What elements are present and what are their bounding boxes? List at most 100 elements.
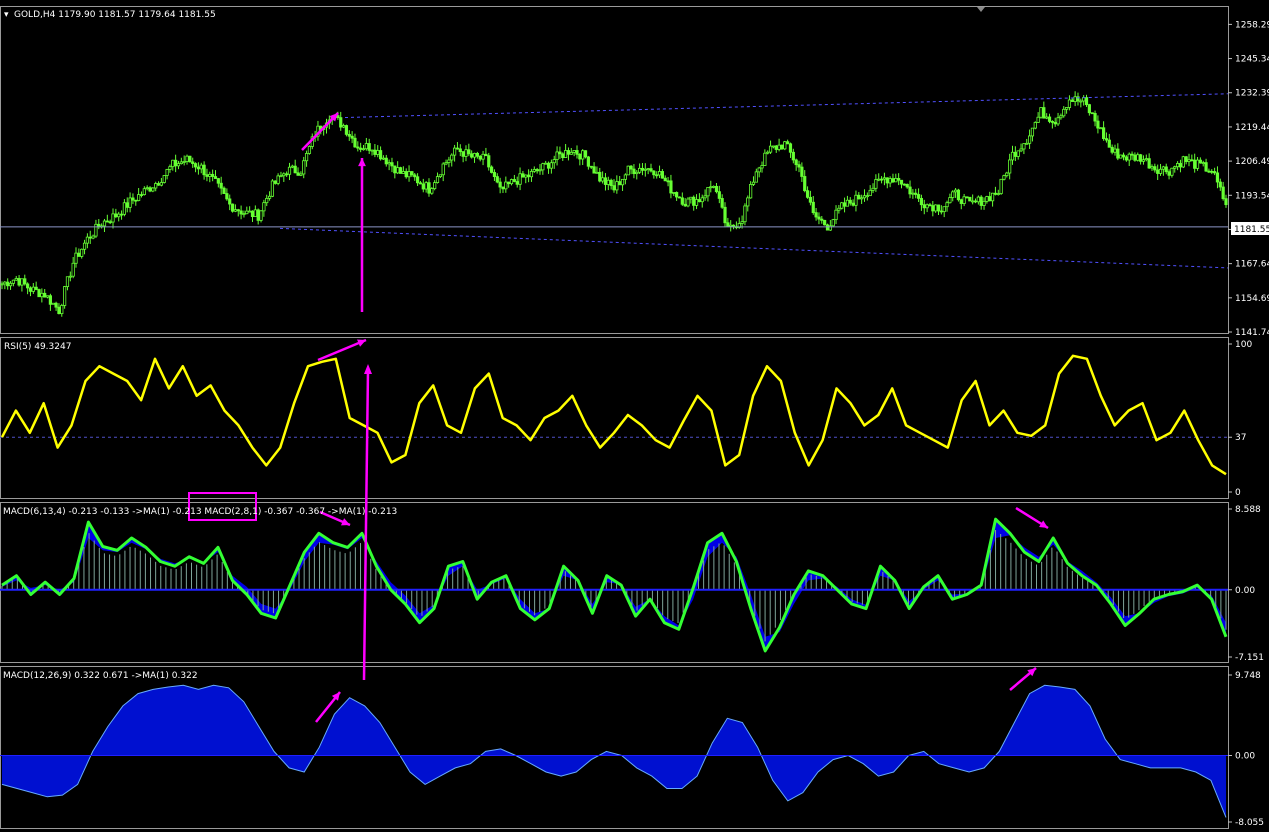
- candle-body: [854, 194, 858, 206]
- candle-body: [783, 141, 787, 150]
- candle-body: [1127, 153, 1131, 161]
- axis-tick-label: -7.151: [1235, 653, 1264, 663]
- candle-body: [1204, 162, 1208, 172]
- candle-body: [603, 177, 608, 185]
- candle-body: [376, 150, 380, 155]
- candle-body: [842, 202, 847, 207]
- candle-body: [882, 177, 887, 180]
- collapse-triangle-icon[interactable]: ▾: [4, 10, 9, 20]
- candle-body: [541, 163, 545, 171]
- candle-body: [353, 137, 357, 148]
- candle-body: [344, 125, 349, 135]
- candle-body: [583, 150, 588, 158]
- candle-body: [381, 157, 386, 160]
- candle-body: [931, 205, 935, 212]
- candle-body: [527, 174, 531, 178]
- axis-tick-label: 0.00: [1235, 586, 1255, 596]
- macd-slow-pane[interactable]: [0, 684, 1228, 818]
- candle-body: [694, 199, 699, 206]
- candle-body: [1093, 113, 1097, 122]
- price-pane[interactable]: [0, 91, 1229, 317]
- candle-body: [134, 199, 138, 202]
- candle-body: [1161, 166, 1165, 170]
- candle-body: [94, 223, 98, 237]
- candle-body: [934, 204, 938, 212]
- candle-body: [179, 161, 183, 164]
- rsi-pane[interactable]: [0, 354, 1228, 476]
- axis-tick-label: 1219.44: [1235, 123, 1269, 133]
- candle-body: [1133, 154, 1137, 161]
- candle-body: [1147, 158, 1151, 169]
- candle-body: [168, 166, 172, 170]
- candle-body: [48, 295, 52, 305]
- symbol-header: GOLD,H4 1179.90 1181.57 1179.64 1181.55: [14, 10, 216, 20]
- candle-body: [444, 162, 448, 165]
- candle-body: [256, 209, 260, 221]
- candle-body: [165, 169, 169, 176]
- candle-body: [817, 216, 821, 220]
- candle-body: [430, 188, 434, 194]
- price-axes: 1258.29 1245.34 1232.39 1219.44 1206.49 1193.…: [1228, 20, 1269, 828]
- candle-body: [797, 164, 801, 168]
- candle-body: [766, 151, 770, 154]
- candle-body: [908, 186, 912, 195]
- candle-body: [293, 165, 297, 174]
- candle-body: [341, 125, 346, 128]
- candle-body: [754, 171, 758, 183]
- candle-body: [1067, 99, 1072, 108]
- candle-body: [478, 155, 482, 160]
- candle-body: [663, 177, 667, 182]
- candle-body: [1193, 159, 1197, 169]
- candle-body: [689, 196, 693, 200]
- candle-body: [865, 195, 869, 198]
- macd-fast-pane[interactable]: [0, 517, 1228, 653]
- candle-body: [845, 199, 850, 207]
- candle-body: [555, 151, 559, 160]
- candle-body: [751, 181, 756, 185]
- candle-body: [942, 206, 946, 213]
- candle-body: [171, 159, 175, 168]
- candle-body: [290, 165, 294, 168]
- candle-body: [302, 160, 306, 175]
- candle-body: [1184, 156, 1188, 162]
- candle-body: [578, 153, 582, 160]
- candle-body: [1013, 151, 1017, 157]
- candle-body: [1164, 166, 1168, 173]
- channel-lower: [279, 227, 1229, 269]
- candle-body: [586, 156, 590, 167]
- candle-body: [248, 210, 252, 213]
- candle-body: [820, 218, 824, 221]
- scroll-marker-icon[interactable]: [977, 7, 985, 12]
- candle-body: [575, 150, 579, 155]
- candle-body: [367, 143, 371, 151]
- candle-body: [620, 178, 625, 186]
- candle-body: [65, 276, 70, 287]
- candle-body: [211, 173, 215, 177]
- candle-body: [652, 170, 656, 176]
- candle-body: [1144, 158, 1148, 161]
- candle-body: [410, 171, 414, 176]
- vertical-guide-head: [364, 364, 372, 374]
- macd-fast-title: MACD(6,13,4) -0.213 -0.133 ->MA(1) -0.21…: [3, 507, 397, 517]
- candle-body: [77, 252, 81, 257]
- candle-body: [786, 141, 790, 145]
- candle-body: [336, 115, 340, 119]
- candle-body: [840, 202, 844, 209]
- candle-body: [262, 202, 266, 212]
- candle-body: [23, 278, 27, 285]
- candle-body: [1079, 100, 1083, 103]
- candle-body: [472, 152, 477, 158]
- chart-canvas[interactable]: 1258.29 1245.34 1232.39 1219.44 1206.49 1193.…: [0, 0, 1269, 832]
- candle-body: [1084, 97, 1089, 106]
- candle-body: [139, 194, 144, 196]
- candle-body: [63, 286, 67, 306]
- candle-body: [760, 165, 764, 169]
- candle-body: [757, 167, 761, 173]
- candle-body: [74, 252, 78, 264]
- candle-body: [857, 194, 861, 200]
- candle-body: [1110, 146, 1114, 153]
- candle-body: [606, 179, 610, 185]
- candle-body: [174, 159, 178, 167]
- candle-body: [973, 200, 978, 203]
- vertical-guide-line: [362, 369, 370, 681]
